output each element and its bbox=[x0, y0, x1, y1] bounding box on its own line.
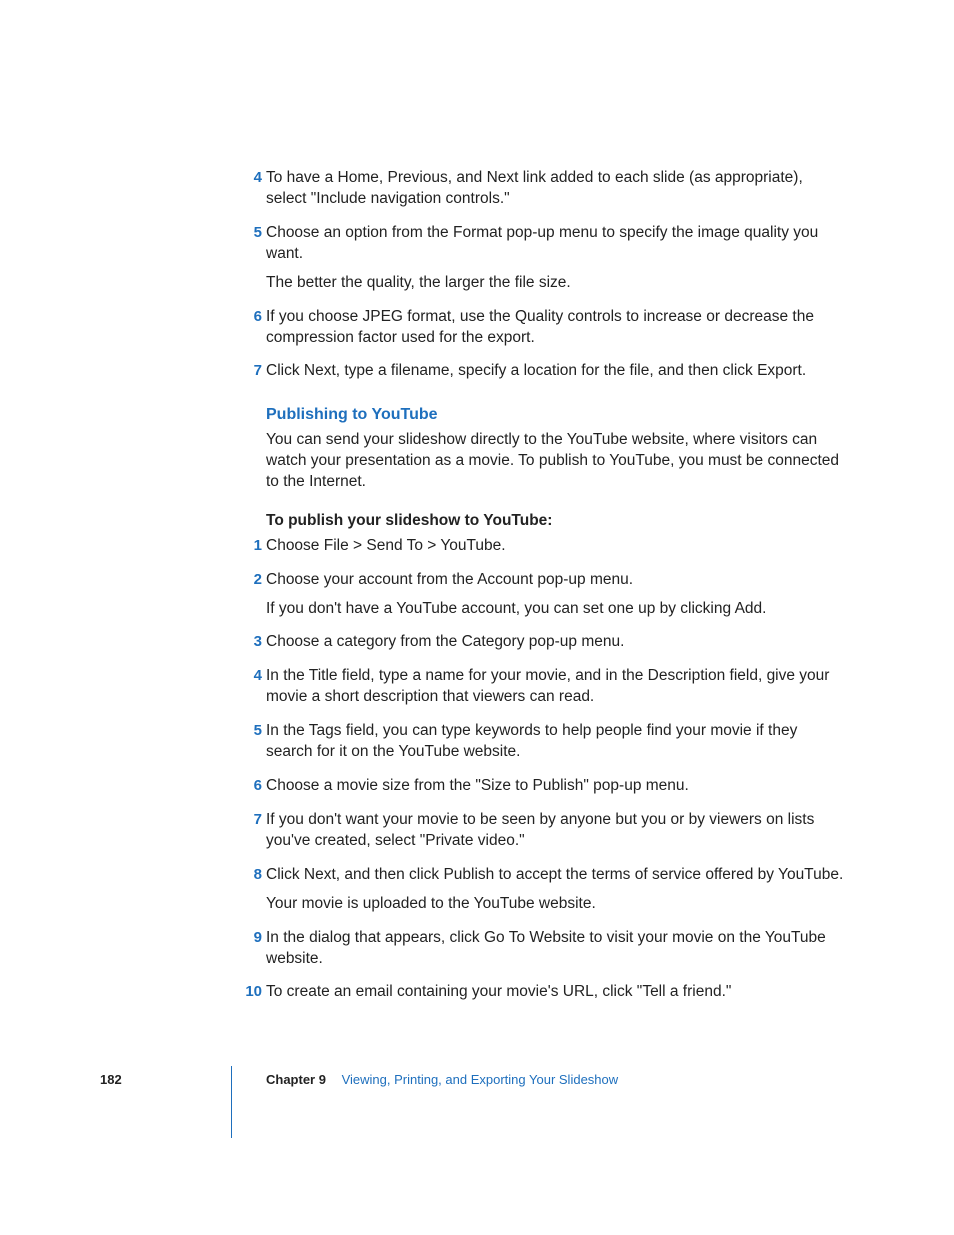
step-text: The better the quality, the larger the f… bbox=[266, 273, 846, 294]
step-item: 5In the Tags field, you can type keyword… bbox=[266, 721, 846, 763]
step-text: Choose a category from the Category pop-… bbox=[266, 632, 846, 653]
step-number: 4 bbox=[242, 168, 262, 188]
step-item: 2Choose your account from the Account po… bbox=[266, 570, 846, 620]
step-item: 7If you don't want your movie to be seen… bbox=[266, 810, 846, 852]
page-footer: 182 Chapter 9 Viewing, Printing, and Exp… bbox=[100, 1072, 860, 1152]
step-number: 7 bbox=[242, 810, 262, 830]
footer-divider bbox=[231, 1066, 232, 1138]
step-item: 4To have a Home, Previous, and Next link… bbox=[266, 168, 846, 210]
step-item: 7Click Next, type a filename, specify a … bbox=[266, 361, 846, 382]
step-text: To create an email containing your movie… bbox=[266, 982, 846, 1003]
step-text: Click Next, and then click Publish to ac… bbox=[266, 865, 846, 886]
step-number: 3 bbox=[242, 632, 262, 652]
content-column: 4To have a Home, Previous, and Next link… bbox=[266, 168, 846, 1003]
section-intro: You can send your slideshow directly to … bbox=[266, 430, 846, 493]
step-text: Click Next, type a filename, specify a l… bbox=[266, 361, 846, 382]
step-item: 5Choose an option from the Format pop-up… bbox=[266, 223, 846, 294]
page-number: 182 bbox=[100, 1072, 122, 1087]
page-body: 4To have a Home, Previous, and Next link… bbox=[100, 168, 860, 1016]
step-number: 6 bbox=[242, 776, 262, 796]
step-number: 10 bbox=[242, 982, 262, 1002]
step-number: 6 bbox=[242, 307, 262, 327]
step-item: 8Click Next, and then click Publish to a… bbox=[266, 865, 846, 915]
step-text: Choose File > Send To > YouTube. bbox=[266, 536, 846, 557]
step-text: To have a Home, Previous, and Next link … bbox=[266, 168, 846, 210]
step-list-continued: 4To have a Home, Previous, and Next link… bbox=[266, 168, 846, 382]
step-item: 6Choose a movie size from the "Size to P… bbox=[266, 776, 846, 797]
step-number: 8 bbox=[242, 865, 262, 885]
step-text: Your movie is uploaded to the YouTube we… bbox=[266, 894, 846, 915]
step-number: 5 bbox=[242, 223, 262, 243]
step-item: 3Choose a category from the Category pop… bbox=[266, 632, 846, 653]
step-item: 9In the dialog that appears, click Go To… bbox=[266, 928, 846, 970]
step-text: Choose your account from the Account pop… bbox=[266, 570, 846, 591]
step-number: 5 bbox=[242, 721, 262, 741]
step-number: 1 bbox=[242, 536, 262, 556]
procedure-lead: To publish your slideshow to YouTube: bbox=[266, 511, 846, 532]
step-number: 9 bbox=[242, 928, 262, 948]
step-text: Choose a movie size from the "Size to Pu… bbox=[266, 776, 846, 797]
step-text: In the dialog that appears, click Go To … bbox=[266, 928, 846, 970]
step-item: 6If you choose JPEG format, use the Qual… bbox=[266, 307, 846, 349]
chapter-label: Chapter 9 bbox=[266, 1072, 326, 1087]
step-item: 1Choose File > Send To > YouTube. bbox=[266, 536, 846, 557]
step-number: 4 bbox=[242, 666, 262, 686]
step-list-youtube: 1Choose File > Send To > YouTube. 2Choose… bbox=[266, 536, 846, 1004]
step-item: 4In the Title field, type a name for you… bbox=[266, 666, 846, 708]
step-text: In the Title field, type a name for your… bbox=[266, 666, 846, 708]
section-heading: Publishing to YouTube bbox=[266, 404, 846, 426]
step-text: If you don't have a YouTube account, you… bbox=[266, 599, 846, 620]
step-text: Choose an option from the Format pop-up … bbox=[266, 223, 846, 265]
step-number: 7 bbox=[242, 361, 262, 381]
step-text: If you choose JPEG format, use the Quali… bbox=[266, 307, 846, 349]
chapter-block: Chapter 9 Viewing, Printing, and Exporti… bbox=[266, 1072, 618, 1087]
step-number: 2 bbox=[242, 570, 262, 590]
step-text: If you don't want your movie to be seen … bbox=[266, 810, 846, 852]
step-text: In the Tags field, you can type keywords… bbox=[266, 721, 846, 763]
chapter-title: Viewing, Printing, and Exporting Your Sl… bbox=[342, 1072, 619, 1087]
step-item: 10To create an email containing your mov… bbox=[266, 982, 846, 1003]
